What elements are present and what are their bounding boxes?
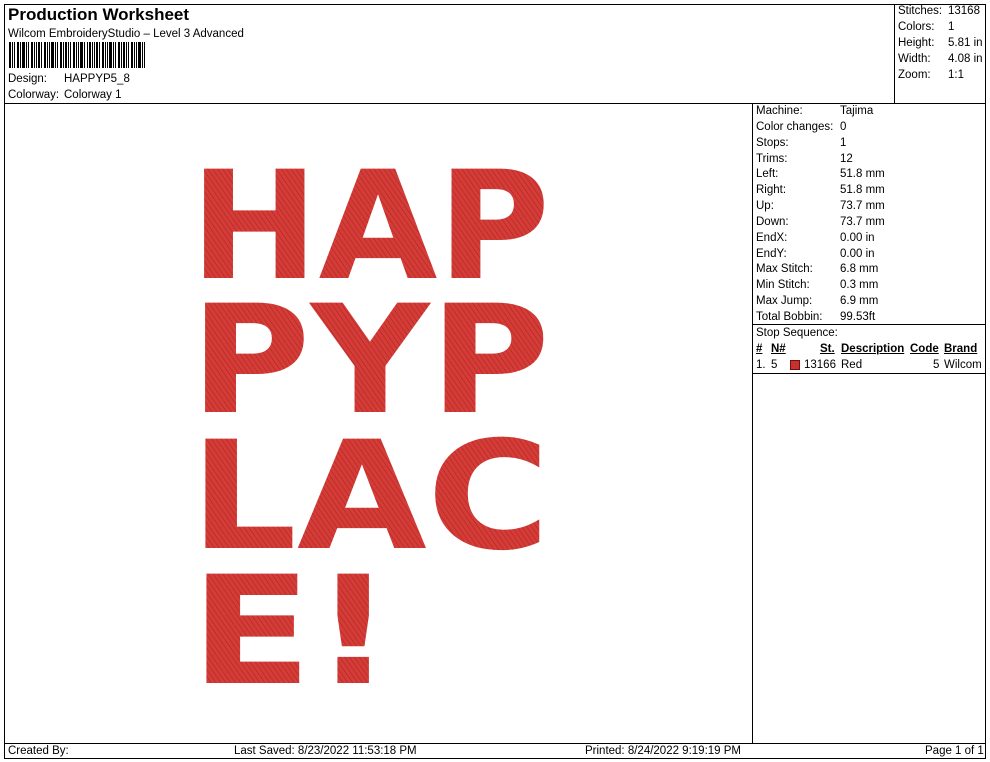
created-by: Created By: bbox=[8, 745, 69, 757]
col-header-brand: Brand bbox=[944, 343, 978, 355]
stitch-count: 13166 bbox=[804, 359, 836, 371]
spec-label: Max Stitch: bbox=[756, 263, 813, 275]
footer-divider bbox=[4, 743, 986, 744]
summary-label: Colors: bbox=[898, 21, 935, 33]
page-number: Page 1 of 1 bbox=[925, 745, 984, 757]
col-header-code: Code bbox=[910, 343, 939, 355]
summary-value: 1 bbox=[948, 21, 955, 33]
spec-label: EndX: bbox=[756, 232, 788, 244]
spec-label: Trims: bbox=[756, 153, 788, 165]
col-header-needle: N# bbox=[771, 343, 786, 355]
needle-number: 5 bbox=[771, 359, 778, 371]
stop-number: 1. bbox=[756, 359, 766, 371]
spec-label: Stops: bbox=[756, 137, 789, 149]
spec-value: 0.00 in bbox=[840, 232, 875, 244]
spec-value: 99.53ft bbox=[840, 311, 876, 323]
spec-label: Min Stitch: bbox=[756, 279, 810, 291]
thread-brand: Wilcom bbox=[944, 359, 982, 371]
summary-value: 5.81 in bbox=[948, 37, 983, 49]
spec-value: 12 bbox=[840, 153, 853, 165]
header-divider bbox=[4, 103, 986, 104]
spec-label: EndY: bbox=[756, 248, 787, 260]
software-name: Wilcom EmbroideryStudio – Level 3 Advanc… bbox=[8, 28, 244, 40]
summary-label: Height: bbox=[898, 37, 935, 49]
summary-label: Zoom: bbox=[898, 69, 931, 81]
last-saved: Last Saved: 8/23/2022 11:53:18 PM bbox=[234, 745, 417, 757]
spec-value: 73.7 mm bbox=[840, 216, 885, 228]
barcode bbox=[9, 42, 145, 68]
colorway-label: Colorway: bbox=[8, 89, 60, 101]
embroidery-design-preview: HAP PYP LAC E! bbox=[190, 150, 550, 700]
col-header-description: Description bbox=[841, 343, 905, 355]
spec-value: 1 bbox=[840, 137, 847, 149]
summary-divider bbox=[894, 4, 895, 103]
spec-value: 0.00 in bbox=[840, 248, 875, 260]
summary-value: 1:1 bbox=[948, 69, 964, 81]
thread-code: 5 bbox=[933, 359, 940, 371]
stop-sequence-divider bbox=[752, 324, 986, 325]
design-line: E! bbox=[190, 545, 394, 700]
stop-sequence-row-divider bbox=[752, 373, 986, 374]
stop-sequence-title: Stop Sequence: bbox=[756, 327, 838, 339]
summary-label: Width: bbox=[898, 53, 931, 65]
printed-date: Printed: 8/24/2022 9:19:19 PM bbox=[585, 745, 741, 757]
design-label: Design: bbox=[8, 73, 47, 85]
summary-value: 13168 bbox=[948, 5, 980, 17]
spec-label: Machine: bbox=[756, 105, 803, 117]
spec-label: Max Jump: bbox=[756, 295, 813, 307]
spec-value: 6.8 mm bbox=[840, 263, 879, 275]
col-header-number: # bbox=[756, 343, 763, 355]
design-value: HAPPYP5_8 bbox=[64, 73, 130, 85]
col-header-stitches: St. bbox=[820, 343, 835, 355]
spec-value: 51.8 mm bbox=[840, 184, 885, 196]
thread-description: Red bbox=[841, 359, 863, 371]
spec-label: Down: bbox=[756, 216, 789, 228]
spec-value: 0.3 mm bbox=[840, 279, 879, 291]
spec-value: 0 bbox=[840, 121, 847, 133]
thread-color-swatch bbox=[790, 360, 800, 370]
spec-label: Right: bbox=[756, 184, 787, 196]
spec-value: 51.8 mm bbox=[840, 168, 885, 180]
page-title: Production Worksheet bbox=[8, 5, 190, 24]
spec-label: Left: bbox=[756, 168, 779, 180]
colorway-value: Colorway 1 bbox=[64, 89, 122, 101]
spec-label: Up: bbox=[756, 200, 774, 212]
summary-value: 4.08 in bbox=[948, 53, 983, 65]
summary-label: Stitches: bbox=[898, 5, 943, 17]
spec-value: Tajima bbox=[840, 105, 874, 117]
spec-label: Total Bobbin: bbox=[756, 311, 823, 323]
spec-value: 6.9 mm bbox=[840, 295, 879, 307]
specs-divider bbox=[752, 103, 753, 743]
spec-label: Color changes: bbox=[756, 121, 834, 133]
spec-value: 73.7 mm bbox=[840, 200, 885, 212]
